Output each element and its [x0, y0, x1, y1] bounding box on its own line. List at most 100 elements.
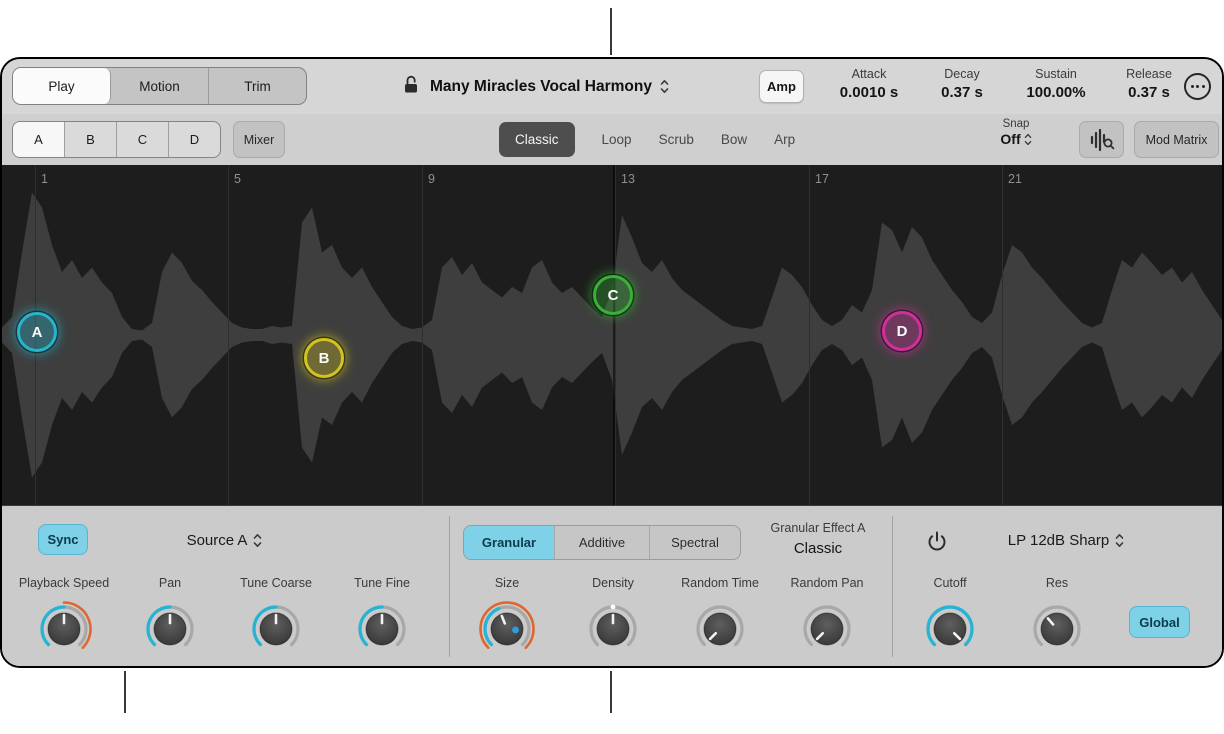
- up-down-chevron-icon: [253, 533, 262, 548]
- decay-label: Decay: [916, 67, 1008, 81]
- knob-label-tune-coarse: Tune Coarse: [224, 576, 328, 591]
- marker-d[interactable]: D: [882, 311, 922, 351]
- open-padlock-icon[interactable]: [402, 74, 420, 99]
- source-tab-d[interactable]: D: [169, 122, 220, 157]
- source-segmented-control: A B C D: [12, 121, 221, 158]
- knob-dial-cutoff[interactable]: [920, 599, 980, 659]
- filter-type-value: LP 12dB Sharp: [1008, 532, 1109, 549]
- knob-res[interactable]: Res: [1005, 576, 1109, 659]
- spectrogram-zoom-button[interactable]: [1079, 121, 1124, 158]
- source-select[interactable]: Source A: [142, 532, 307, 549]
- mode-tab-motion[interactable]: Motion: [111, 68, 209, 104]
- mode-granular[interactable]: Granular: [464, 526, 555, 559]
- up-down-chevron-icon: [1115, 533, 1124, 548]
- play-mode-segmented-control: Play Motion Trim: [12, 67, 307, 105]
- knob-tune-fine[interactable]: Tune Fine: [330, 576, 434, 659]
- knob-dial-res[interactable]: [1027, 599, 1087, 659]
- sustain-value[interactable]: 100.00%: [1010, 84, 1102, 101]
- mode-tab-trim[interactable]: Trim: [209, 68, 306, 104]
- knob-label-tune-fine: Tune Fine: [330, 576, 434, 591]
- sync-button[interactable]: Sync: [38, 524, 88, 555]
- beat-grid-line: [228, 165, 229, 505]
- decay-control: Decay 0.37 s: [916, 67, 1008, 101]
- knob-dial-random-pan[interactable]: [797, 599, 857, 659]
- knob-label-res: Res: [1005, 576, 1109, 591]
- attack-label: Attack: [823, 67, 915, 81]
- spectrogram-zoom-icon: [1089, 129, 1115, 151]
- marker-a[interactable]: A: [17, 312, 57, 352]
- sustain-label: Sustain: [1010, 67, 1102, 81]
- beat-label: 17: [815, 172, 829, 186]
- preset-name: Many Miracles Vocal Harmony: [430, 78, 652, 96]
- beat-grid-line: [1002, 165, 1003, 505]
- knob-size[interactable]: Size: [455, 576, 559, 659]
- knob-dial-playback-speed[interactable]: [34, 599, 94, 659]
- source-tab-b[interactable]: B: [65, 122, 117, 157]
- knob-label-random-time: Random Time: [668, 576, 772, 591]
- knob-dial-tune-coarse[interactable]: [246, 599, 306, 659]
- play-mode-tabs: Classic Loop Scrub Bow Arp: [499, 121, 795, 158]
- release-value[interactable]: 0.37 s: [1103, 84, 1195, 101]
- source-toolbar: A B C D Mixer Classic Loop Scrub Bow Arp…: [2, 114, 1222, 165]
- sustain-control: Sustain 100.00%: [1010, 67, 1102, 101]
- filter-power-button[interactable]: [926, 530, 948, 557]
- callout-line-bottom-left: [124, 671, 126, 713]
- tab-arp[interactable]: Arp: [774, 132, 795, 147]
- tab-loop[interactable]: Loop: [602, 132, 632, 147]
- knob-label-random-pan: Random Pan: [775, 576, 879, 591]
- beat-label: 1: [41, 172, 48, 186]
- marker-c[interactable]: C: [593, 275, 633, 315]
- tab-bow[interactable]: Bow: [721, 132, 747, 147]
- marker-b[interactable]: B: [304, 338, 344, 378]
- tab-scrub[interactable]: Scrub: [659, 132, 694, 147]
- beat-label: 13: [621, 172, 635, 186]
- knob-label-density: Density: [561, 576, 665, 591]
- tab-classic[interactable]: Classic: [499, 122, 575, 157]
- knob-dial-tune-fine[interactable]: [352, 599, 412, 659]
- decay-value[interactable]: 0.37 s: [916, 84, 1008, 101]
- filter-type-select[interactable]: LP 12dB Sharp: [982, 532, 1150, 549]
- knob-dial-size[interactable]: [477, 599, 537, 659]
- knob-random-pan[interactable]: Random Pan: [775, 576, 879, 659]
- mod-matrix-button[interactable]: Mod Matrix: [1134, 121, 1219, 158]
- granular-effect-value[interactable]: Classic: [754, 540, 882, 557]
- attack-value[interactable]: 0.0010 s: [823, 84, 915, 101]
- knob-playback-speed[interactable]: Playback Speed: [12, 576, 116, 659]
- source-tab-c[interactable]: C: [117, 122, 169, 157]
- power-icon: [926, 530, 948, 552]
- waveform-graphic: [2, 165, 1222, 505]
- playhead-line: [613, 165, 615, 505]
- preset-selector[interactable]: Many Miracles Vocal Harmony: [430, 59, 669, 114]
- mode-additive[interactable]: Additive: [555, 526, 650, 559]
- panel-divider: [892, 516, 893, 657]
- beat-grid-line: [615, 165, 616, 505]
- callout-line-bottom-center: [610, 671, 612, 713]
- mode-tab-play[interactable]: Play: [13, 68, 111, 104]
- mode-spectral[interactable]: Spectral: [650, 526, 740, 559]
- waveform-display[interactable]: 159131721ABCD: [2, 165, 1222, 505]
- release-label: Release: [1103, 67, 1195, 81]
- mixer-button[interactable]: Mixer: [233, 121, 285, 158]
- knob-tune-coarse[interactable]: Tune Coarse: [224, 576, 328, 659]
- amp-button[interactable]: Amp: [759, 70, 804, 103]
- knob-label-playback-speed: Playback Speed: [12, 576, 116, 591]
- knob-random-time[interactable]: Random Time: [668, 576, 772, 659]
- knob-pan[interactable]: Pan: [118, 576, 222, 659]
- granular-effect-control: Granular Effect A Classic: [754, 521, 882, 557]
- panel-divider: [449, 516, 450, 657]
- knob-label-size: Size: [455, 576, 559, 591]
- global-button[interactable]: Global: [1129, 606, 1190, 638]
- up-down-chevron-icon: [1024, 133, 1032, 146]
- knob-dial-density[interactable]: [583, 599, 643, 659]
- snap-control: Snap Off: [990, 118, 1042, 147]
- knob-dial-random-time[interactable]: [690, 599, 750, 659]
- release-control: Release 0.37 s: [1103, 67, 1195, 101]
- knob-density[interactable]: Density: [561, 576, 665, 659]
- snap-value-dropdown[interactable]: Off: [990, 131, 1042, 147]
- knob-dial-pan[interactable]: [140, 599, 200, 659]
- beat-label: 9: [428, 172, 435, 186]
- granular-effect-label: Granular Effect A: [754, 521, 882, 535]
- source-tab-a[interactable]: A: [13, 122, 65, 157]
- knob-cutoff[interactable]: Cutoff: [898, 576, 1002, 659]
- circled-ellipsis-icon[interactable]: [1184, 73, 1211, 100]
